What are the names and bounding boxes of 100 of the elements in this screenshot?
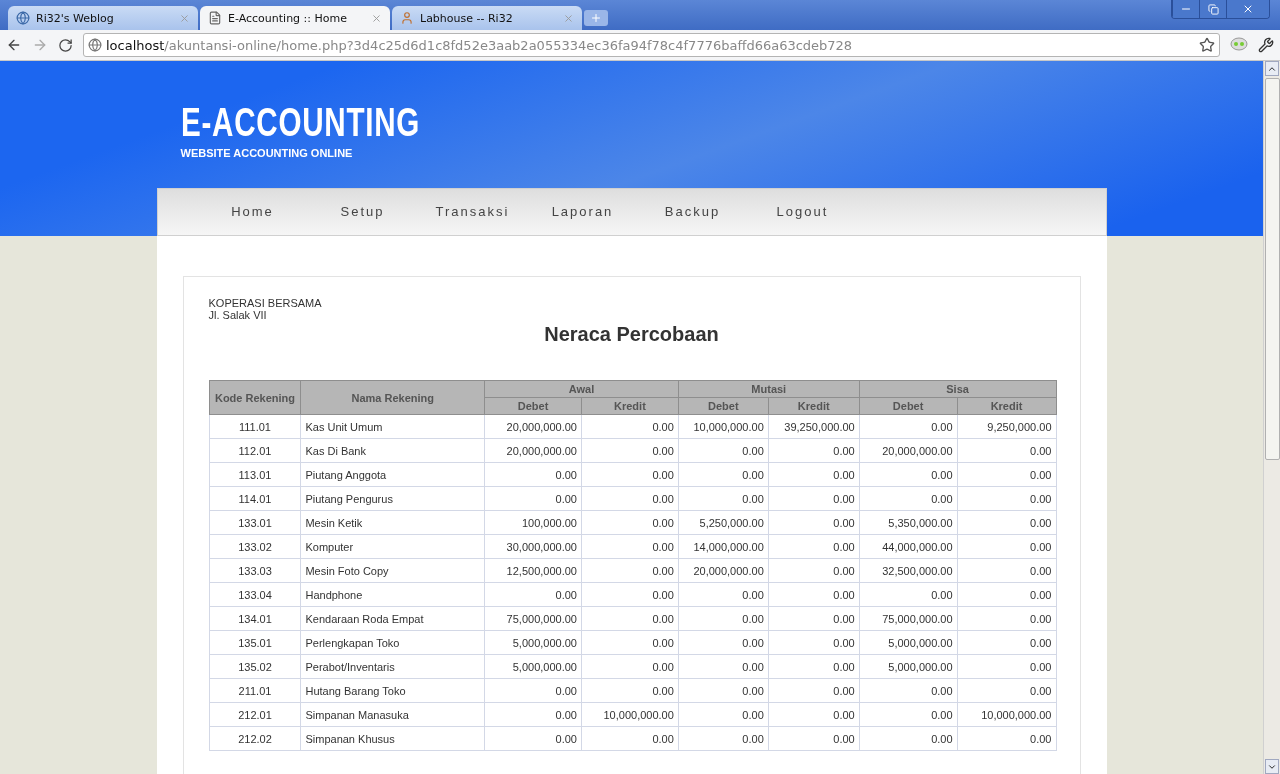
address-field[interactable]: localhost/akuntansi-online/home.php?3d4c25d6d1c8fd52e3aab2a055334ec36fa94f78c4f7776baffd66a63cdeb728: [83, 33, 1220, 57]
table-cell: 0.00: [484, 702, 582, 727]
table-cell: 133.03: [209, 558, 301, 583]
table-cell: 0.00: [581, 726, 679, 751]
table-cell: 0.00: [768, 702, 860, 727]
table-cell: 44,000,000.00: [859, 534, 958, 559]
table-cell: 0.00: [768, 654, 860, 679]
table-cell: 75,000,000.00: [484, 606, 582, 631]
table-cell: Simpanan Khusus: [300, 726, 485, 751]
table-cell: 5,000,000.00: [484, 654, 582, 679]
table-cell: 0.00: [859, 414, 958, 439]
table-cell: 0.00: [957, 462, 1056, 487]
table-cell: 5,000,000.00: [859, 630, 958, 655]
table-cell: 0.00: [957, 510, 1056, 535]
table-cell: 0.00: [768, 630, 860, 655]
browser-tab[interactable]: Ri32's Weblog: [8, 6, 198, 30]
table-cell: 0.00: [581, 558, 679, 583]
table-cell: 0.00: [678, 654, 769, 679]
table-cell: 0.00: [768, 534, 860, 559]
close-icon[interactable]: [563, 12, 574, 24]
scroll-down-button[interactable]: [1265, 759, 1279, 774]
star-icon[interactable]: [1199, 37, 1215, 53]
table-cell: 0.00: [581, 510, 679, 535]
nav-link[interactable]: Laporan: [527, 204, 638, 220]
table-cell: 0.00: [581, 654, 679, 679]
table-cell: 0.00: [957, 726, 1056, 751]
close-button[interactable]: [1226, 0, 1269, 18]
table-cell: 0.00: [581, 678, 679, 703]
table-cell: Kendaraan Roda Empat: [300, 606, 485, 631]
table-cell: 0.00: [581, 534, 679, 559]
table-cell: 0.00: [859, 678, 958, 703]
close-icon: [1242, 3, 1254, 15]
browser-tab[interactable]: Labhouse -- Ri32: [392, 6, 582, 30]
table-cell: 0.00: [768, 510, 860, 535]
table-cell: Komputer: [300, 534, 485, 559]
table-cell: 0.00: [957, 630, 1056, 655]
table-cell: 0.00: [484, 726, 582, 751]
wrench-icon[interactable]: [1258, 37, 1274, 53]
column-header: Nama Rekening: [300, 380, 485, 415]
table-cell: 0.00: [859, 726, 958, 751]
nav-link[interactable]: Transaksi: [417, 204, 528, 220]
chat-bubble-icon[interactable]: [1230, 37, 1248, 53]
table-cell: Kas Unit Umum: [300, 414, 485, 439]
table-cell: 0.00: [581, 582, 679, 607]
table-cell: Mesin Foto Copy: [300, 558, 485, 583]
scrollbar[interactable]: [1263, 61, 1280, 774]
table-cell: 0.00: [678, 438, 769, 463]
table-cell: 0.00: [678, 702, 769, 727]
table-cell: 0.00: [484, 462, 582, 487]
table-cell: 0.00: [581, 486, 679, 511]
table-cell: 0.00: [581, 606, 679, 631]
nav-link[interactable]: Backup: [637, 204, 748, 220]
table-cell: 0.00: [768, 726, 860, 751]
table-cell: Hutang Barang Toko: [300, 678, 485, 703]
table-cell: 0.00: [678, 462, 769, 487]
table-cell: 0.00: [678, 606, 769, 631]
minimize-button[interactable]: [1172, 0, 1199, 18]
table-cell: 0.00: [859, 486, 958, 511]
nav-link[interactable]: Setup: [307, 204, 418, 220]
forward-icon[interactable]: [32, 37, 48, 53]
table-cell: 0.00: [768, 462, 860, 487]
table-cell: 32,500,000.00: [859, 558, 958, 583]
new-tab-button[interactable]: [584, 10, 608, 26]
browser-tab[interactable]: E-Accounting :: Home: [200, 6, 390, 30]
table-cell: 10,000,000.00: [678, 414, 769, 439]
close-icon[interactable]: [179, 12, 190, 24]
table-cell: 30,000,000.00: [484, 534, 582, 559]
table-cell: 20,000,000.00: [678, 558, 769, 583]
table-cell: 0.00: [768, 606, 860, 631]
close-icon[interactable]: [371, 12, 382, 24]
table-cell: 113.01: [209, 462, 301, 487]
column-header: Kode Rekening: [209, 380, 301, 415]
back-icon[interactable]: [6, 37, 22, 53]
table-cell: 135.01: [209, 630, 301, 655]
table-cell: 20,000,000.00: [484, 438, 582, 463]
table-cell: 133.02: [209, 534, 301, 559]
nav-link[interactable]: Home: [197, 204, 308, 220]
table-cell: 14,000,000.00: [678, 534, 769, 559]
table-cell: 112.01: [209, 438, 301, 463]
table-cell: 20,000,000.00: [484, 414, 582, 439]
scroll-up-button[interactable]: [1265, 61, 1279, 76]
table-cell: 0.00: [484, 582, 582, 607]
reload-icon[interactable]: [58, 37, 73, 53]
table-cell: 0.00: [859, 582, 958, 607]
table-cell: 0.00: [957, 438, 1056, 463]
table-cell: 0.00: [581, 630, 679, 655]
table-cell: 0.00: [957, 678, 1056, 703]
table-cell: 114.01: [209, 486, 301, 511]
globe-icon: [88, 38, 102, 52]
restore-button[interactable]: [1199, 0, 1226, 18]
table-cell: Simpanan Manasuka: [300, 702, 485, 727]
table-cell: 5,000,000.00: [484, 630, 582, 655]
table-cell: 5,350,000.00: [859, 510, 958, 535]
table-cell: 0.00: [678, 630, 769, 655]
nav-link[interactable]: Logout: [747, 204, 858, 220]
column-group-header: Sisa: [859, 380, 1056, 398]
table-cell: Perabot/Inventaris: [300, 654, 485, 679]
table-cell: 100,000.00: [484, 510, 582, 535]
table-cell: 0.00: [859, 702, 958, 727]
table-cell: 0.00: [768, 582, 860, 607]
